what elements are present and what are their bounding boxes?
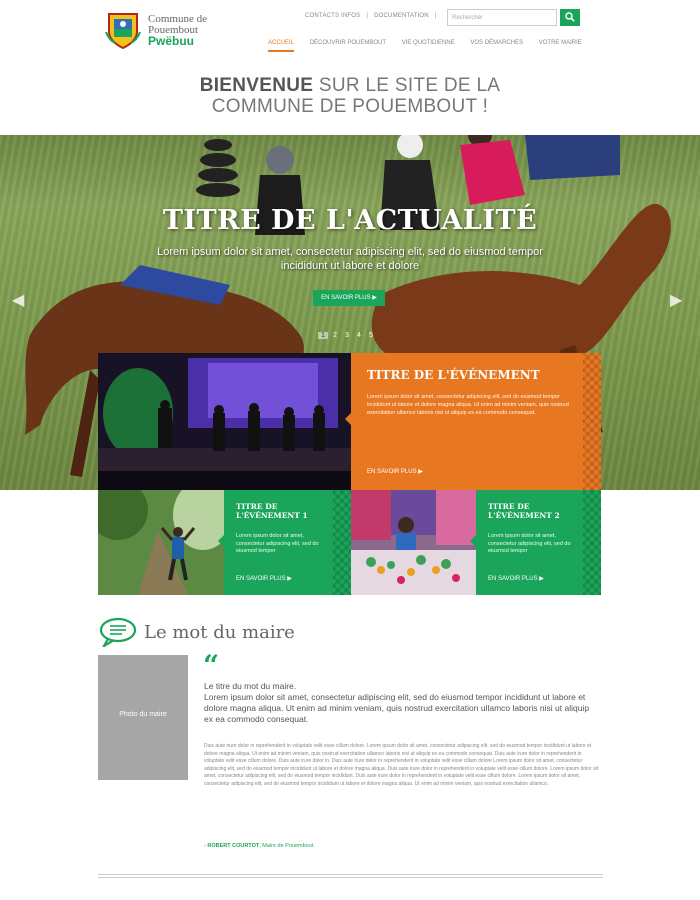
event-main-title: TITRE DE L'ÉVÉNEMENT xyxy=(367,368,540,382)
hero-title: TITRE DE L'ACTUALITÉ xyxy=(162,205,538,236)
nav-decouvrir[interactable]: DÉCOUVRIR POUEMBOUT xyxy=(310,40,386,50)
welcome-rest: SUR LE SITE DE LA xyxy=(313,75,501,96)
event-2-title: TITRE DE L'ÉVÉNEMENT 2 xyxy=(488,502,560,520)
section-title-maire: Le mot du maire xyxy=(144,622,295,643)
card-pointer xyxy=(470,535,476,547)
crest-icon xyxy=(105,13,141,50)
maire-body-text: Duis aute irure dolor in reprehenderit i… xyxy=(204,743,599,787)
signature-name: - ROBERT COURTOT xyxy=(204,843,260,849)
event-main-photo[interactable] xyxy=(98,353,351,490)
slider-dot-4[interactable]: 4 xyxy=(354,332,364,339)
card-pattern xyxy=(583,490,601,595)
event-1-card[interactable]: TITRE DE L'ÉVÉNEMENT 1 Lorem ipsum dolor… xyxy=(218,490,351,595)
hero-subtitle: Lorem ipsum dolor sit amet, consectetur … xyxy=(157,246,543,272)
event-2-read-more[interactable]: EN SAVOIR PLUS ▶ xyxy=(488,575,544,582)
concert-photo xyxy=(98,353,351,490)
slider-prev-icon[interactable]: ◀ xyxy=(12,290,24,310)
market-photo xyxy=(351,490,476,595)
speech-bubble-icon xyxy=(99,617,137,647)
event-main-text: Lorem ipsum dolor sit amet, consectetur … xyxy=(367,394,569,416)
welcome-bold: BIENVENUE xyxy=(199,75,314,96)
welcome-line-2: COMMUNE DE POUEMBOUT ! xyxy=(211,96,489,117)
slider-dot-2[interactable]: 2 xyxy=(330,332,340,339)
slider-pagination: 12345 xyxy=(318,332,378,339)
mayor-photo-placeholder: Photo du maire xyxy=(98,655,188,780)
hero-read-more-button[interactable]: EN SAVOIR PLUS ▶ xyxy=(313,290,385,306)
signature-role: , Maire de Pouembout. xyxy=(259,843,315,849)
card-pointer xyxy=(345,413,351,425)
card-pattern xyxy=(333,490,351,595)
nav-vie-quotidienne[interactable]: VIE QUOTIDIENNE xyxy=(402,40,455,50)
logo-text: Commune de Pouembout Pwëbuu xyxy=(148,14,207,48)
event-2-photo[interactable] xyxy=(351,490,476,595)
top-links: CONTACTS INFOS | DOCUMENTATION | xyxy=(305,13,443,19)
maire-heading: Le titre du mot du maire. xyxy=(204,681,297,691)
site-logo[interactable]: Commune de Pouembout Pwëbuu xyxy=(105,10,235,50)
runner-photo xyxy=(98,490,224,595)
maire-signature: - ROBERT COURTOT, Maire de Pouembout. xyxy=(204,843,315,849)
separator: | xyxy=(434,13,437,19)
toplink-documentation[interactable]: DOCUMENTATION xyxy=(374,13,429,19)
footer-divider xyxy=(98,874,603,878)
search-icon xyxy=(565,12,575,22)
nav-mairie[interactable]: VOTRE MAIRIE xyxy=(539,40,582,50)
event-1-title: TITRE DE L'ÉVÉNEMENT 1 xyxy=(236,502,308,520)
quote-icon: “ xyxy=(203,649,220,682)
slider-dot-1[interactable]: 1 xyxy=(318,332,328,339)
page-title: BIENVENUE SUR LE SITE DE LA COMMUNE DE P… xyxy=(0,75,700,117)
event-main-card[interactable]: TITRE DE L'ÉVÉNEMENT Lorem ipsum dolor s… xyxy=(345,353,601,490)
event-main-read-more[interactable]: EN SAVOIR PLUS ▶ xyxy=(367,468,423,475)
slider-next-icon[interactable]: ▶ xyxy=(670,290,682,310)
toplink-contacts[interactable]: CONTACTS INFOS xyxy=(305,13,360,19)
event-1-read-more[interactable]: EN SAVOIR PLUS ▶ xyxy=(236,575,292,582)
slider-dot-3[interactable]: 3 xyxy=(342,332,352,339)
event-1-photo[interactable] xyxy=(98,490,224,595)
logo-line-3: Pwëbuu xyxy=(148,34,195,48)
maire-lead-text: Lorem ipsum dolor sit amet, consectetur … xyxy=(204,692,590,724)
card-pointer xyxy=(218,535,224,547)
separator: | xyxy=(366,13,369,19)
search-button[interactable] xyxy=(560,9,580,26)
event-2-card[interactable]: TITRE DE L'ÉVÉNEMENT 2 Lorem ipsum dolor… xyxy=(470,490,601,595)
nav-accueil[interactable]: ACCUEIL xyxy=(268,40,295,52)
event-2-text: Lorem ipsum dolor sit amet, consectetur … xyxy=(488,533,571,554)
event-1-text: Lorem ipsum dolor sit amet, consectetur … xyxy=(236,533,319,554)
search-input[interactable]: Rechercher xyxy=(447,9,557,26)
nav-demarches[interactable]: VOS DÉMARCHES xyxy=(470,40,523,50)
card-pattern xyxy=(583,353,601,490)
main-nav: ACCUEIL DÉCOUVRIR POUEMBOUT VIE QUOTIDIE… xyxy=(268,40,596,52)
slider-dot-5[interactable]: 5 xyxy=(366,332,376,339)
